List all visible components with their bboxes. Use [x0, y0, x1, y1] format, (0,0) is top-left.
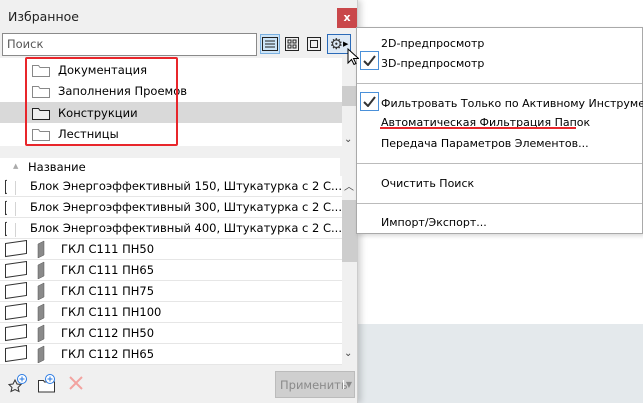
menu-item-3d-preview[interactable]: 3D-предпросмотр — [381, 57, 484, 70]
search-input[interactable]: Поиск — [2, 33, 257, 56]
table-row[interactable]: ГКЛ С111 ПН65 — [0, 260, 342, 281]
chevron-down-icon[interactable]: ⌄ — [344, 134, 352, 145]
wall-3d-icon — [37, 240, 45, 258]
delete-x-icon — [69, 376, 83, 390]
wall-preview-icon — [5, 261, 27, 279]
table-row[interactable]: ГКЛ С111 ПН50 — [0, 239, 342, 260]
caret-right-icon: ▶ — [343, 40, 349, 48]
wall-3d-icon — [37, 324, 45, 342]
star-add-icon — [7, 374, 27, 393]
mouse-cursor-icon — [347, 47, 360, 69]
column-header-name[interactable]: Название — [28, 160, 86, 174]
table-row[interactable]: Блок Энергоэффективный 300, Штукатурка с… — [0, 197, 342, 218]
add-folder-button[interactable] — [37, 374, 57, 397]
chevron-down-icon[interactable]: ⌄ — [344, 348, 352, 359]
panel-title: Избранное — [8, 9, 79, 24]
preview-view-icon — [307, 37, 321, 51]
table-row[interactable]: ГКЛ С112 ПН65 — [0, 344, 342, 365]
apply-button[interactable]: Применить ▼ — [275, 371, 355, 398]
table-row[interactable]: Блок Энергоэффективный 150, Штукатурка с… — [0, 176, 342, 197]
list-scrollbar[interactable]: ︿ ⌄ — [342, 176, 357, 365]
folder-scrollbar[interactable]: ⌄ — [342, 58, 357, 146]
item-name: ГКЛ С111 ПН50 — [61, 242, 155, 256]
wall-3d-icon — [37, 303, 45, 321]
dropdown-arrow-icon[interactable]: ▼ — [342, 380, 352, 389]
close-button[interactable]: x — [337, 8, 357, 28]
wall-3d-icon — [15, 222, 16, 237]
item-name: Блок Энергоэффективный 400, Штукатурка с… — [29, 221, 342, 235]
background-area — [358, 324, 643, 403]
wall-preview-icon — [5, 240, 27, 258]
wall-3d-icon — [15, 180, 16, 195]
menu-item-transfer-parameters[interactable]: Передача Параметров Элементов... — [381, 137, 589, 150]
item-name: Блок Энергоэффективный 300, Штукатурка с… — [29, 200, 342, 214]
wall-3d-icon — [37, 282, 45, 300]
menu-separator — [357, 163, 642, 164]
list-view-button[interactable] — [260, 34, 280, 54]
wall-preview-icon — [5, 324, 27, 342]
item-name: ГКЛ С111 ПН100 — [61, 305, 162, 319]
highlight-box — [25, 57, 178, 146]
table-row[interactable]: ГКЛ С112 ПН50 — [0, 323, 342, 344]
list-header[interactable]: ▲ Название — [0, 158, 340, 176]
add-favorite-button[interactable] — [7, 374, 28, 397]
menu-item-filter-active-tool[interactable]: Фильтровать Только по Активному Инструме… — [381, 97, 643, 110]
grid-view-icon — [285, 37, 299, 51]
table-row[interactable]: ГКЛ С111 ПН75 — [0, 281, 342, 302]
item-name: ГКЛ С111 ПН75 — [61, 284, 155, 298]
table-row[interactable]: Блок Энергоэффективный 400, Штукатурка с… — [0, 218, 342, 239]
item-name: ГКЛ С111 ПН65 — [61, 263, 155, 277]
grid-view-button[interactable] — [282, 34, 302, 54]
wall-3d-icon — [15, 201, 16, 216]
menu-item-import-export[interactable]: Импорт/Экспорт... — [381, 216, 487, 229]
sort-ascending-icon: ▲ — [13, 162, 19, 170]
wall-preview-icon — [5, 221, 8, 237]
wall-preview-icon — [5, 303, 27, 321]
preview-view-button[interactable] — [304, 34, 324, 54]
wall-preview-icon — [5, 200, 8, 216]
menu-item-clear-search[interactable]: Очистить Поиск — [381, 177, 474, 190]
checkmark-icon — [360, 92, 379, 111]
settings-dropdown-menu: 2D-предпросмотр 3D-предпросмотр Фильтров… — [356, 27, 643, 234]
table-row[interactable]: ГКЛ С111 ПН100 — [0, 302, 342, 323]
favorites-panel: Избранное x Поиск ⚙ ▶ Документация Заполн… — [0, 0, 358, 403]
item-name: ГКЛ С112 ПН50 — [61, 326, 155, 340]
menu-separator — [357, 203, 642, 204]
gear-icon: ⚙ — [329, 35, 344, 53]
chevron-up-icon[interactable]: ︿ — [344, 178, 354, 193]
item-name: Блок Энергоэффективный 150, Штукатурка с… — [29, 179, 342, 193]
wall-3d-icon — [37, 261, 45, 279]
red-underline — [380, 127, 576, 129]
apply-label: Применить — [280, 378, 348, 392]
delete-button[interactable] — [69, 376, 83, 393]
item-name: ГКЛ С112 ПН65 — [61, 347, 155, 361]
menu-separator — [357, 83, 642, 84]
checkmark-icon — [360, 51, 379, 70]
folder-add-icon — [38, 374, 55, 393]
element-list: Блок Энергоэффективный 150, Штукатурка с… — [0, 176, 342, 365]
menu-item-2d-preview[interactable]: 2D-предпросмотр — [381, 37, 484, 50]
list-view-icon — [262, 37, 278, 51]
wall-preview-icon — [5, 345, 27, 363]
wall-preview-icon — [5, 179, 8, 195]
wall-preview-icon — [5, 282, 27, 300]
wall-3d-icon — [37, 345, 45, 363]
